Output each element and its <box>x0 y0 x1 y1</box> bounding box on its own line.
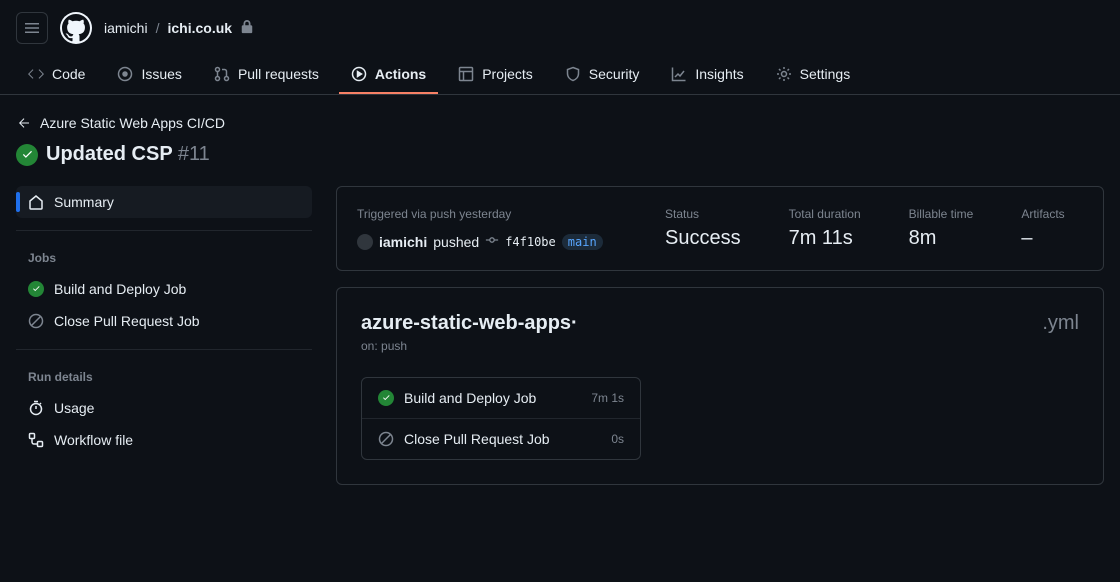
graph-icon <box>671 66 687 82</box>
projects-icon <box>458 66 474 82</box>
tab-actions[interactable]: Actions <box>339 56 438 94</box>
check-icon <box>28 281 44 297</box>
sidebar-job-1[interactable]: Close Pull Request Job <box>16 305 312 337</box>
repo-link[interactable]: ichi.co.uk <box>167 20 232 36</box>
status-value: Success <box>665 227 741 250</box>
job-row-1[interactable]: Close Pull Request Job 0s <box>362 418 640 459</box>
github-icon <box>62 14 90 42</box>
tab-code[interactable]: Code <box>16 56 97 94</box>
avatar <box>357 234 373 250</box>
sidebar-summary[interactable]: Summary <box>16 186 312 218</box>
shield-icon <box>565 66 581 82</box>
billable-value[interactable]: 8m <box>909 227 974 250</box>
gear-icon <box>776 66 792 82</box>
workflow-on: on: push <box>361 339 1079 353</box>
status-label: Status <box>665 207 741 221</box>
tab-insights[interactable]: Insights <box>659 56 755 94</box>
arrow-left-icon <box>16 115 32 131</box>
sidebar-job-0[interactable]: Build and Deploy Job <box>16 273 312 305</box>
hamburger-icon <box>24 20 40 36</box>
job-row-0[interactable]: Build and Deploy Job 7m 1s <box>362 378 640 418</box>
tab-issues[interactable]: Issues <box>105 56 193 94</box>
sidebar-usage[interactable]: Usage <box>16 392 312 424</box>
tab-pulls[interactable]: Pull requests <box>202 56 331 94</box>
skip-icon <box>378 431 394 447</box>
run-details-heading: Run details <box>16 362 312 392</box>
breadcrumb-separator: / <box>156 20 160 36</box>
job-graph: Build and Deploy Job 7m 1s Close Pull Re… <box>361 377 641 460</box>
workflow-back-link[interactable]: Azure Static Web Apps CI/CD <box>16 115 1104 131</box>
home-icon <box>28 194 44 210</box>
trigger-action: pushed <box>433 234 479 250</box>
job-duration: 7m 1s <box>591 391 624 405</box>
run-number: #11 <box>178 143 210 165</box>
breadcrumb: iamichi / ichi.co.uk <box>104 20 254 37</box>
owner-link[interactable]: iamichi <box>104 20 148 36</box>
code-icon <box>28 66 44 82</box>
workflow-title: azure-static-web-apps· .yml <box>361 312 1079 335</box>
triggered-label: Triggered via push yesterday <box>357 207 617 221</box>
duration-label: Total duration <box>789 207 861 221</box>
commit-hash[interactable]: f4f10be <box>505 235 556 249</box>
tab-settings[interactable]: Settings <box>764 56 863 94</box>
pull-request-icon <box>214 66 230 82</box>
github-logo[interactable] <box>60 12 92 44</box>
run-summary-card: Triggered via push yesterday iamichi pus… <box>336 186 1104 271</box>
sidebar-workflow-file[interactable]: Workflow file <box>16 424 312 456</box>
workflow-icon <box>28 432 44 448</box>
run-status-success-icon <box>16 144 38 166</box>
run-title: Updated CSP #11 <box>46 143 210 166</box>
issues-icon <box>117 66 133 82</box>
billable-label: Billable time <box>909 207 974 221</box>
artifacts-label: Artifacts <box>1021 207 1064 221</box>
job-duration: 0s <box>611 432 624 446</box>
menu-button[interactable] <box>16 12 48 44</box>
commit-icon <box>485 233 499 250</box>
lock-icon <box>240 20 254 37</box>
skip-icon <box>28 313 44 329</box>
tab-security[interactable]: Security <box>553 56 652 94</box>
trigger-user[interactable]: iamichi <box>379 234 427 250</box>
duration-value[interactable]: 7m 11s <box>789 227 861 250</box>
artifacts-value: – <box>1021 227 1064 250</box>
workflow-card: azure-static-web-apps· .yml on: push Bui… <box>336 287 1104 485</box>
check-icon <box>378 390 394 406</box>
jobs-heading: Jobs <box>16 243 312 273</box>
stopwatch-icon <box>28 400 44 416</box>
tab-projects[interactable]: Projects <box>446 56 545 94</box>
branch-badge[interactable]: main <box>562 234 603 250</box>
actions-icon <box>351 66 367 82</box>
